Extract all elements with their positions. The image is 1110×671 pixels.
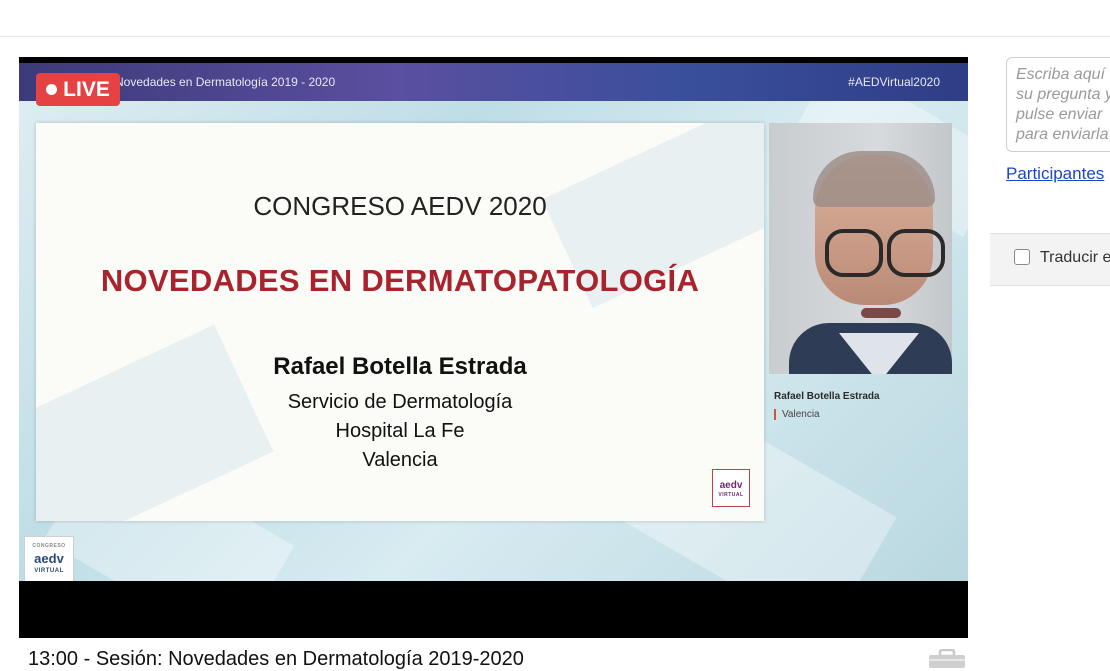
speaker-mouth <box>861 308 901 318</box>
slide-speaker-name: Rafael Botella Estrada <box>273 353 527 380</box>
live-dot-icon <box>46 84 58 95</box>
corner-logo-top: CONGRESO <box>32 543 66 549</box>
slide-logo-sub: VIRTUAL <box>718 492 744 498</box>
slide-aedv-logo: aedv VIRTUAL <box>712 469 750 507</box>
webcam-speaker-city: Valencia <box>774 409 820 420</box>
live-label: LIVE <box>63 78 110 101</box>
slide-city: Valencia <box>362 449 438 471</box>
briefcase-icon[interactable] <box>928 649 966 668</box>
slide-logo-text: aedv <box>719 480 743 491</box>
video-stage: Novedades en Dermatología 2019 - 2020 #A… <box>19 63 968 581</box>
stream-header-band: Novedades en Dermatología 2019 - 2020 #A… <box>19 63 968 101</box>
glasses-right-lens <box>887 229 945 277</box>
glasses-left-lens <box>825 229 883 277</box>
presentation-slide: CONGRESO AEDV 2020 NOVEDADES EN DERMATOP… <box>36 123 764 521</box>
translate-checkbox[interactable] <box>1014 249 1030 265</box>
corner-logo-main: aedv <box>34 551 64 566</box>
translate-label[interactable]: Traducir el chat <box>1040 249 1110 267</box>
chat-question-input[interactable]: Escriba aquí su pregunta y pulse enviar … <box>1006 57 1110 152</box>
aedv-virtual-logo: CONGRESO aedv VIRTUAL <box>24 536 74 581</box>
corner-logo-sub: VIRTUAL <box>34 568 64 574</box>
participants-link[interactable]: Participantes <box>1006 164 1104 184</box>
slide-headline: NOVEDADES EN DERMATOPATOLOGÍA <box>100 263 700 298</box>
speaker-webcam <box>769 123 952 374</box>
live-badge: LIVE <box>36 73 120 106</box>
slide-congress-title: CONGRESO AEDV 2020 <box>253 191 547 221</box>
slide-hospital: Hospital La Fe <box>335 420 465 442</box>
translate-bar: Traducir el chat <box>990 233 1110 286</box>
slide-department: Servicio de Dermatología <box>287 391 513 413</box>
webcam-speaker-name: Rafael Botella Estrada <box>774 391 880 402</box>
top-bar <box>0 0 1110 37</box>
video-player[interactable]: Novedades en Dermatología 2019 - 2020 #A… <box>19 57 968 638</box>
stream-header-title: Novedades en Dermatología 2019 - 2020 <box>115 75 336 89</box>
stream-hashtag: #AEDVirtual2020 <box>848 75 940 89</box>
